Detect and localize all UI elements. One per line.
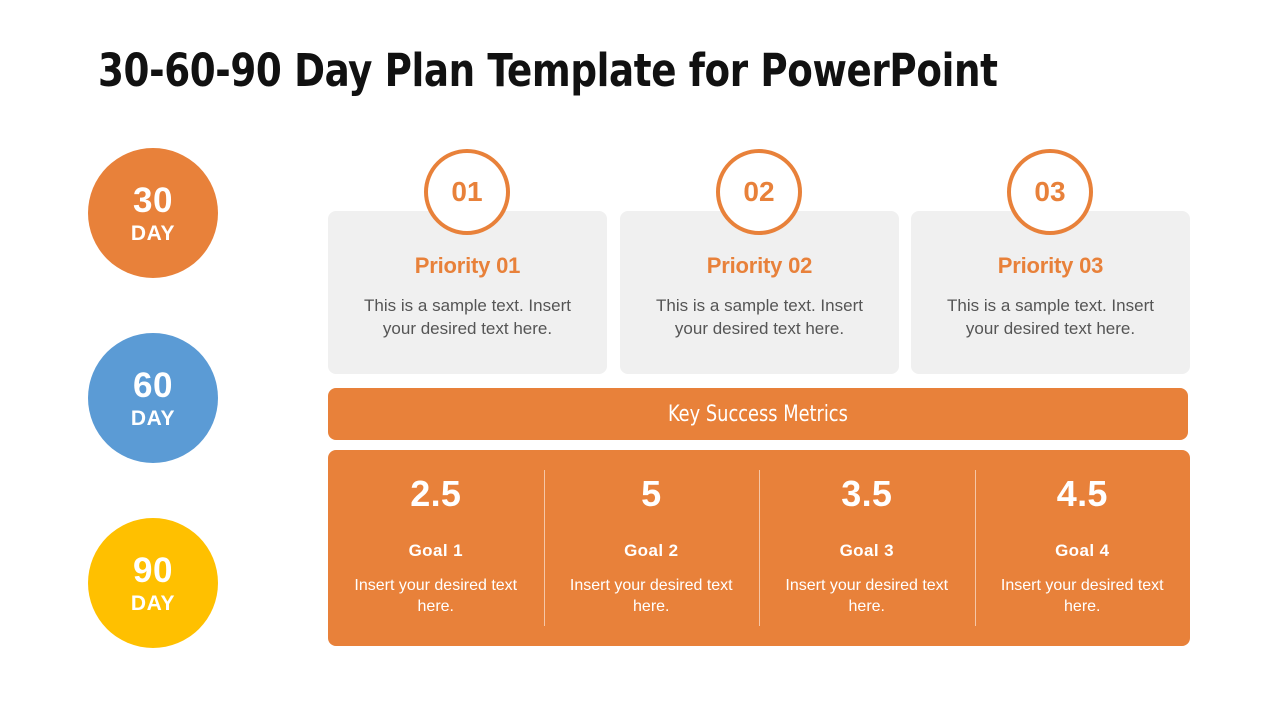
priority-title: Priority 01 [414, 253, 521, 278]
day-circle-30[interactable]: 30 DAY [88, 148, 218, 278]
priority-badge-03: 03 [1007, 149, 1093, 235]
priority-description: This is a sample text. Insert your desir… [656, 296, 863, 338]
goal-description: Insert your desired text here. [1000, 577, 1164, 616]
priority-badge-02: 02 [716, 149, 802, 235]
goal-column-3[interactable]: 3.5 Goal 3 Insert your desired text here… [759, 450, 975, 646]
priority-badge-01: 01 [424, 149, 510, 235]
priority-title: Priority 03 [997, 253, 1104, 278]
priority-description: This is a sample text. Insert your desir… [364, 296, 571, 338]
day-circle-60[interactable]: 60 DAY [88, 333, 218, 463]
priority-card-02[interactable]: Priority 02 This is a sample text. Inser… [620, 211, 899, 374]
priority-card-row: Priority 01 This is a sample text. Inser… [328, 149, 1190, 374]
priority-title: Priority 02 [706, 253, 813, 278]
goal-value: 2.5 [410, 473, 462, 514]
priority-card-01[interactable]: Priority 01 This is a sample text. Inser… [328, 211, 607, 374]
goal-label: Goal 1 [408, 541, 463, 560]
day-circle-unit: DAY [130, 406, 176, 430]
goal-column-1[interactable]: 2.5 Goal 1 Insert your desired text here… [328, 450, 544, 646]
goal-value: 3.5 [841, 473, 893, 514]
day-circle-number: 60 [133, 365, 173, 405]
day-circle-unit: DAY [130, 591, 176, 615]
page-title: 30-60-90 Day Plan Template for PowerPoin… [98, 44, 998, 97]
goal-value: 4.5 [1056, 473, 1108, 514]
priority-card-03[interactable]: Priority 03 This is a sample text. Inser… [911, 211, 1190, 374]
goal-value: 5 [641, 473, 662, 514]
key-success-metrics-label: Key Success Metrics [668, 401, 848, 427]
goal-label: Goal 3 [839, 541, 894, 560]
goal-column-2[interactable]: 5 Goal 2 Insert your desired text here. [543, 450, 760, 646]
goal-description: Insert your desired text here. [354, 577, 518, 616]
goals-panel: 2.5 Goal 1 Insert your desired text here… [328, 450, 1190, 646]
key-success-metrics-header: Key Success Metrics [328, 388, 1188, 440]
goal-label: Goal 4 [1055, 541, 1110, 560]
goal-column-4[interactable]: 4.5 Goal 4 Insert your desired text here… [974, 450, 1191, 646]
goal-description: Insert your desired text here. [569, 577, 733, 616]
day-circle-number: 30 [133, 180, 173, 220]
goal-description: Insert your desired text here. [785, 577, 949, 616]
priority-description: This is a sample text. Insert your desir… [947, 296, 1154, 338]
day-circle-90[interactable]: 90 DAY [88, 518, 218, 648]
slide-canvas: 30-60-90 Day Plan Template for PowerPoin… [0, 0, 1280, 720]
day-circle-number: 90 [133, 550, 173, 590]
goal-label: Goal 2 [624, 541, 679, 560]
day-circle-rail: 30 DAY 60 DAY 90 DAY [88, 148, 228, 648]
day-circle-unit: DAY [130, 221, 176, 245]
